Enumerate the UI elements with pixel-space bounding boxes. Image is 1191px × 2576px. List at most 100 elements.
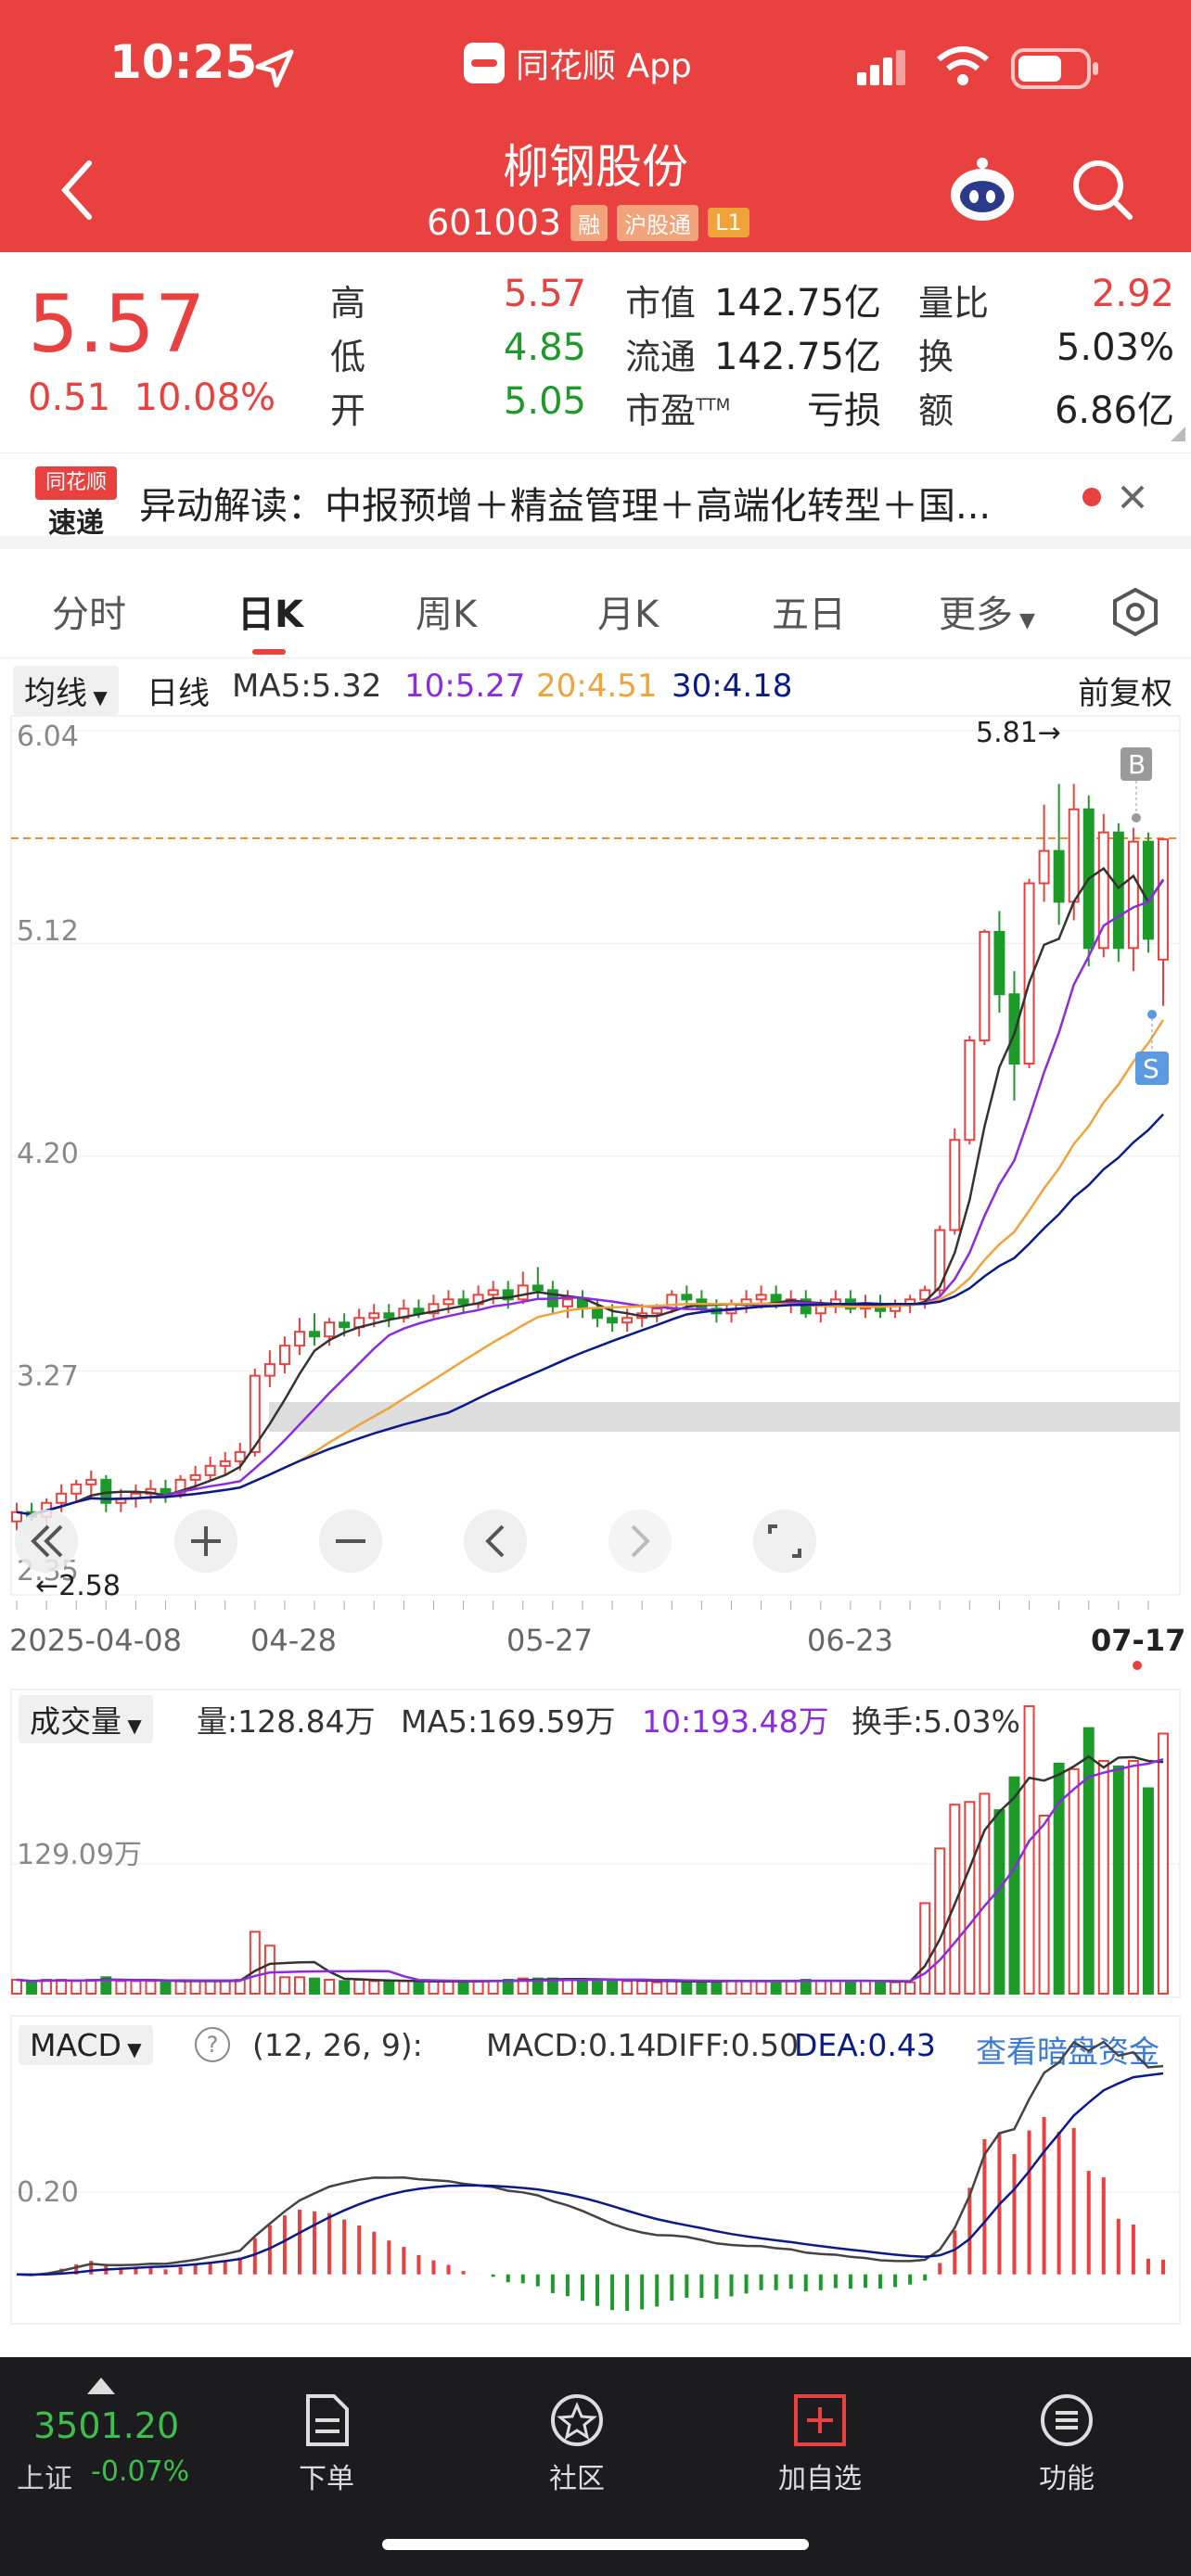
volume-bar [428,1980,440,1996]
volume-bar [368,1980,380,1996]
volume-bar [875,1980,886,1996]
volume-bar [383,1980,395,1996]
status-time: 10:25 [109,35,258,89]
candle-body [531,1284,544,1292]
volume-bar [398,1980,410,1996]
ma-period: 日线 [147,675,210,712]
macd-chart[interactable]: 0.20 [0,2014,1191,2326]
tab-more[interactable]: 更多 ▼ [939,584,1035,638]
ma-selector[interactable]: 均线 ▼ [13,666,119,715]
tab-intraday[interactable]: 分时 [52,584,126,638]
date-label-4: 06-23 [807,1623,893,1658]
app-header: 10:25 同花顺 App 柳钢股份 601003 融 沪股通 L1 [0,0,1191,252]
volume-bar [442,1980,455,1996]
kline-chart[interactable]: 6.04 5.12 4.20 3.27 2.35 5.81→ ←2.58 B S [0,714,1191,1604]
date-label-2: 04-28 [250,1623,337,1658]
add-watchlist-button[interactable]: 加自选 [746,2392,894,2496]
close-icon[interactable] [1119,483,1146,511]
fullscreen-button[interactable] [753,1510,816,1573]
community-button[interactable]: 社区 [503,2392,651,2496]
dea-line [16,2072,1164,2276]
volume-bar [993,1809,1005,1995]
buy-marker[interactable]: B [1121,747,1152,823]
volume-bar [844,1980,856,1996]
search-icon[interactable] [1069,156,1135,223]
candle-body [1008,993,1020,1065]
candle-body [160,1487,172,1495]
candle-body [309,1331,321,1338]
current-date-dot-icon [1133,1661,1142,1670]
volume-bar [472,1980,484,1996]
candle-body [368,1312,380,1320]
candle-body [1038,849,1050,885]
candle-body [339,1321,351,1329]
price-change: 0.51 10.08% [28,376,275,419]
volume-bar [353,1979,365,1996]
mcap-label: 市值 [625,283,697,324]
volume-bar [56,1979,68,1996]
volume-bar [814,1980,826,1996]
date-axis: 2025-04-08 04-28 05-27 06-23 07-17 [0,1597,1191,1671]
candle-body [949,1139,961,1231]
candle-body [294,1331,305,1347]
volume-bar [413,1981,425,1995]
candle-body [666,1294,678,1310]
candle-body [517,1284,529,1301]
collapse-left-button[interactable] [15,1510,78,1573]
candle-body [457,1298,469,1306]
level-badge: L1 [708,208,749,237]
volume-bar [294,1976,305,1995]
zoom-out-button[interactable] [319,1510,382,1573]
volume-bar [130,1980,142,1996]
svg-text:S: S [1143,1053,1159,1084]
volume-chart[interactable]: 129.09万 [0,1688,1191,1999]
volume-bar [607,1979,619,1996]
add-watchlist-label: 加自选 [778,2463,862,2495]
ma5-value: MA5:5.32 [232,668,382,705]
volume-bar [160,1980,172,1996]
adjust-mode[interactable]: 前复权 [1078,668,1172,713]
tab-monthly-k[interactable]: 月K [597,584,659,638]
volume-bar [681,1980,693,1996]
candle-body [383,1312,395,1320]
candle-body [993,930,1005,996]
robot-assistant-icon[interactable] [946,154,1018,226]
tab-daily-k[interactable]: 日K [237,584,303,638]
connect-badge: 沪股通 [617,204,699,241]
news-text[interactable]: 异动解读：中报预增＋精益管理＋高端化转型＋国... [139,476,991,529]
candle-body [561,1298,573,1307]
volume-bar [636,1980,648,1996]
functions-label: 功能 [1039,2463,1095,2495]
volume-bar [859,1980,871,1996]
ma-legend: 均线 ▼ 日线 MA5:5.32 10:5.27 20:4.51 30:4.18… [9,662,1187,715]
amount-value: 6.86亿 [1054,389,1174,432]
ma30-line [16,1113,1164,1516]
home-indicator[interactable] [382,2539,809,2550]
volume-bar [890,1981,902,1995]
candle-body [219,1460,231,1467]
volume-bar [1038,1815,1050,1995]
order-button[interactable]: 下单 [252,2392,401,2496]
functions-button[interactable]: 功能 [992,2392,1141,2496]
candle-body [70,1483,83,1495]
zoom-in-button[interactable] [174,1510,237,1573]
period-tabs: 分时 日K 周K 月K 五日 更多 ▼ [0,562,1191,658]
candle-body [278,1345,290,1366]
news-logo-bottom: 速递 [48,507,104,540]
scroll-left-button[interactable] [464,1510,527,1573]
volume-bar [979,1792,991,1995]
index-value: 3501.20 [33,2405,180,2446]
tab-five-day[interactable]: 五日 [772,584,846,638]
stock-code: 601003 [427,202,562,243]
volume-bar [561,1979,573,1996]
change-value: 0.51 [28,376,111,419]
ma20-line [16,1019,1165,1516]
pe-label: 市盈TTM [625,390,731,431]
caret-down-icon: ▼ [1013,609,1035,632]
news-banner[interactable]: 同花顺 速递 异动解读：中报预增＋精益管理＋高端化转型＋国... [0,453,1191,549]
candle-body [1053,849,1065,903]
scroll-right-button[interactable] [608,1510,672,1573]
tab-weekly-k[interactable]: 周K [416,584,477,638]
settings-hexagon-icon[interactable] [1109,586,1161,638]
y-label-3: 4.20 [17,1138,79,1170]
